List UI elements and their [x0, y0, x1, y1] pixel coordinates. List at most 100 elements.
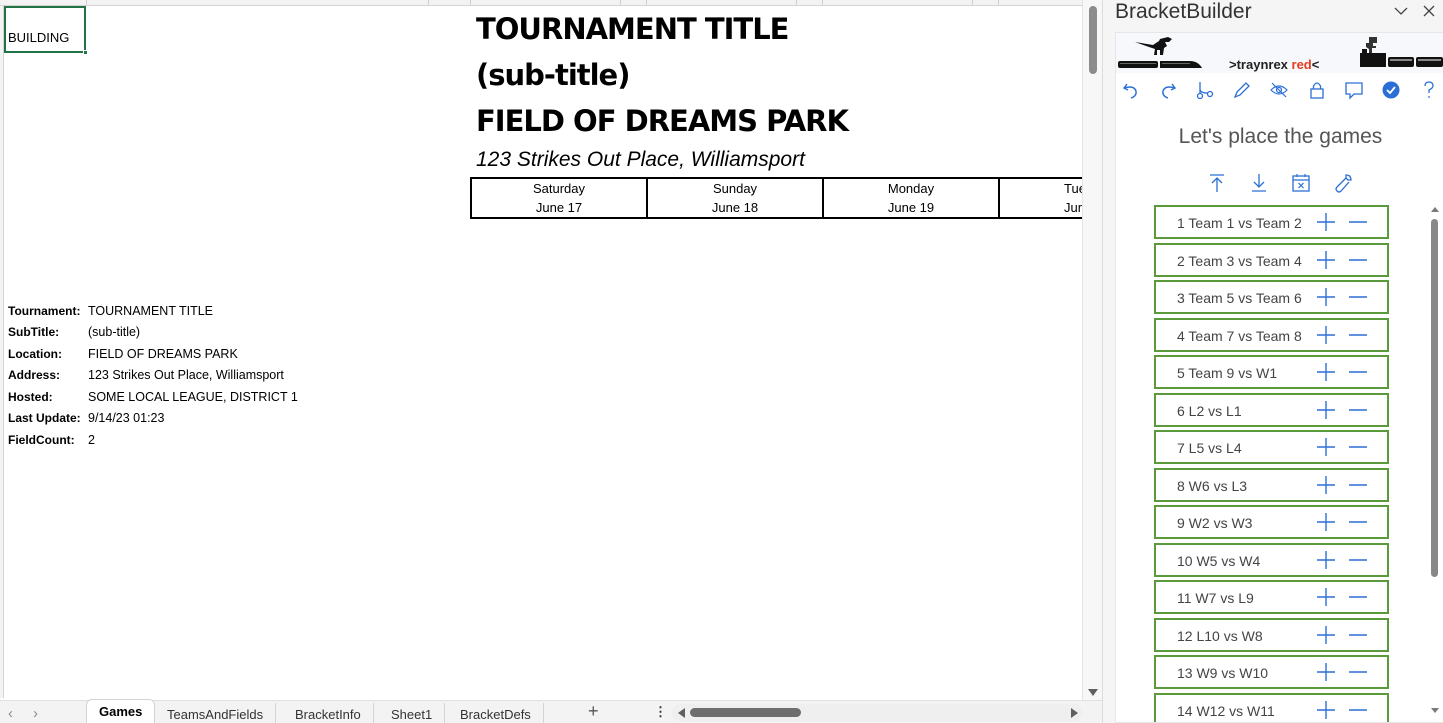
- scroll-left-arrow-icon[interactable]: [678, 708, 685, 718]
- game-item[interactable]: 12 L10 vs W8: [1154, 617, 1389, 652]
- game-item[interactable]: 1 Team 1 vs Team 2: [1154, 205, 1389, 239]
- help-icon[interactable]: [1418, 79, 1440, 101]
- pen-icon[interactable]: [1231, 79, 1253, 101]
- scroll-right-arrow-icon[interactable]: [1071, 708, 1078, 718]
- scroll-up-arrow-icon[interactable]: [1431, 207, 1439, 212]
- lock-icon[interactable]: [1306, 79, 1328, 101]
- minus-icon[interactable]: [1346, 210, 1370, 234]
- move-top-icon[interactable]: [1206, 172, 1230, 196]
- day-cell[interactable]: Sunday June 18: [648, 179, 824, 217]
- undo-icon[interactable]: [1120, 79, 1142, 101]
- trex-train-logo-icon: [1118, 37, 1202, 68]
- info-row[interactable]: Hosted: SOME LOCAL LEAGUE, DISTRICT 1: [8, 386, 298, 408]
- day-cell[interactable]: Monday June 19: [824, 179, 1000, 217]
- minus-icon[interactable]: [1346, 698, 1370, 722]
- download-icon[interactable]: [1248, 172, 1272, 196]
- minus-icon[interactable]: [1346, 548, 1370, 572]
- comment-icon[interactable]: [1343, 79, 1365, 101]
- info-row[interactable]: Last Update: 9/14/23 01:23: [8, 408, 298, 430]
- dino-steam-train-icon: [1360, 37, 1443, 67]
- info-row[interactable]: Address: 123 Strikes Out Place, Williamsp…: [8, 365, 298, 387]
- game-item[interactable]: 5 Team 9 vs W1: [1154, 355, 1389, 389]
- info-label: FieldCount:: [8, 432, 75, 447]
- plus-icon[interactable]: [1314, 435, 1338, 459]
- plus-icon[interactable]: [1314, 623, 1338, 647]
- plus-icon[interactable]: [1314, 323, 1338, 347]
- redo-icon[interactable]: [1157, 79, 1179, 101]
- day-date: June 17: [535, 200, 583, 215]
- plus-icon[interactable]: [1314, 473, 1338, 497]
- prev-sheet-icon[interactable]: ‹: [8, 705, 13, 722]
- tab-teamsandfields[interactable]: TeamsAndFields: [155, 703, 277, 723]
- minus-icon[interactable]: [1346, 623, 1370, 647]
- game-item[interactable]: 7 L5 vs L4: [1154, 430, 1389, 464]
- next-sheet-icon[interactable]: ›: [33, 705, 38, 722]
- game-label: 10 W5 vs W4: [1177, 552, 1261, 569]
- plus-icon[interactable]: [1314, 398, 1338, 422]
- game-item[interactable]: 14 W12 vs W11: [1154, 692, 1389, 722]
- calendar-clear-icon[interactable]: [1290, 172, 1314, 196]
- game-item[interactable]: 3 Team 5 vs Team 6: [1154, 280, 1389, 314]
- day-name: Saturday: [532, 181, 586, 196]
- games-list-scroll-thumb[interactable]: [1431, 219, 1438, 577]
- horizontal-scrollbar[interactable]: [672, 704, 1082, 721]
- plus-icon[interactable]: [1314, 360, 1338, 384]
- game-label: 1 Team 1 vs Team 2: [1177, 215, 1302, 231]
- info-label: SubTitle:: [8, 325, 60, 340]
- vertical-scrollbar[interactable]: [1082, 0, 1102, 700]
- hide-icon[interactable]: [1268, 79, 1290, 101]
- chevron-down-icon[interactable]: [1393, 3, 1409, 24]
- minus-icon[interactable]: [1346, 323, 1370, 347]
- info-row[interactable]: FieldCount: 2: [8, 429, 298, 451]
- wrench-icon[interactable]: [1332, 172, 1356, 196]
- plus-icon[interactable]: [1314, 548, 1338, 572]
- branch-icon[interactable]: [1194, 79, 1216, 101]
- game-item[interactable]: 11 W7 vs L9: [1154, 580, 1389, 614]
- minus-icon[interactable]: [1346, 473, 1370, 497]
- close-icon[interactable]: [1421, 3, 1437, 24]
- horizontal-scroll-thumb[interactable]: [690, 708, 801, 717]
- minus-icon[interactable]: [1346, 360, 1370, 384]
- plus-icon[interactable]: [1314, 285, 1338, 309]
- tab-bracketdefs[interactable]: BracketDefs: [448, 703, 544, 723]
- plus-icon[interactable]: [1314, 698, 1338, 722]
- game-item[interactable]: 6 L2 vs L1: [1154, 392, 1389, 427]
- plus-icon[interactable]: [1314, 660, 1338, 684]
- tab-bracketinfo[interactable]: BracketInfo: [283, 703, 374, 723]
- game-label: 6 L2 vs L1: [1177, 402, 1242, 419]
- plus-icon[interactable]: [1314, 248, 1338, 272]
- game-label: 5 Team 9 vs W1: [1177, 365, 1278, 381]
- plus-icon[interactable]: [1314, 210, 1338, 234]
- tab-sheet1[interactable]: Sheet1: [379, 703, 446, 723]
- minus-icon[interactable]: [1346, 660, 1370, 684]
- game-item[interactable]: 8 W6 vs L3: [1154, 467, 1389, 502]
- game-item[interactable]: 13 W9 vs W10: [1154, 655, 1389, 689]
- spreadsheet-grid[interactable]: BUILDING TOURNAMENT TITLE (sub-title) FI…: [0, 0, 1102, 723]
- minus-icon[interactable]: [1346, 248, 1370, 272]
- minus-icon[interactable]: [1346, 585, 1370, 609]
- day-cell[interactable]: Saturday June 17: [472, 179, 648, 217]
- plus-icon[interactable]: [1314, 585, 1338, 609]
- info-row[interactable]: Location: FIELD OF DREAMS PARK: [8, 343, 298, 365]
- game-item[interactable]: 4 Team 7 vs Team 8: [1154, 317, 1389, 352]
- minus-icon[interactable]: [1346, 285, 1370, 309]
- vertical-scroll-thumb[interactable]: [1089, 6, 1097, 74]
- more-options-icon[interactable]: ⋮: [654, 704, 667, 720]
- info-row[interactable]: SubTitle: (sub-title): [8, 322, 298, 344]
- add-sheet-button[interactable]: +: [588, 701, 599, 722]
- games-list-scrollbar[interactable]: [1428, 205, 1442, 715]
- info-value: 123 Strikes Out Place, Williamsport: [88, 368, 284, 383]
- tab-games[interactable]: Games: [86, 699, 156, 723]
- minus-icon[interactable]: [1346, 398, 1370, 422]
- game-item[interactable]: 2 Team 3 vs Team 4: [1154, 242, 1389, 277]
- game-item[interactable]: 10 W5 vs W4: [1154, 542, 1389, 577]
- minus-icon[interactable]: [1346, 510, 1370, 534]
- scroll-down-arrow-icon[interactable]: [1431, 708, 1439, 713]
- game-item[interactable]: 9 W2 vs W3: [1154, 505, 1389, 539]
- info-row[interactable]: Tournament: TOURNAMENT TITLE: [8, 300, 298, 322]
- check-circle-icon[interactable]: [1380, 79, 1402, 101]
- day-cell[interactable]: Tue Jur: [1000, 179, 1082, 217]
- minus-icon[interactable]: [1346, 435, 1370, 459]
- plus-icon[interactable]: [1314, 510, 1338, 534]
- scroll-down-arrow-icon[interactable]: [1088, 689, 1098, 696]
